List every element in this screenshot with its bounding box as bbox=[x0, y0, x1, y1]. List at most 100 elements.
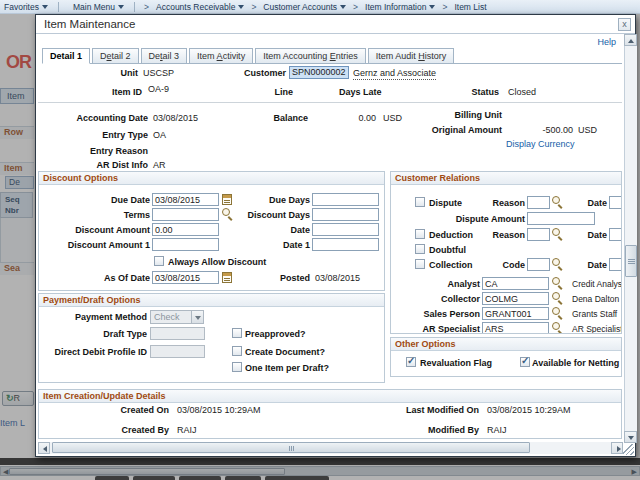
other-options-title: Other Options bbox=[391, 338, 621, 351]
calendar-icon[interactable] bbox=[222, 194, 232, 205]
last-modified-on-label: Last Modified On bbox=[379, 405, 479, 415]
dispute-checkbox[interactable] bbox=[415, 197, 425, 207]
tab-bar: Detail 1 Detail 2 Detail 3 Item Activity… bbox=[42, 48, 622, 64]
scroll-left-icon[interactable] bbox=[38, 442, 50, 454]
discount-amount1-field[interactable] bbox=[152, 238, 219, 251]
discount-days-field[interactable] bbox=[312, 208, 379, 221]
scroll-right-icon[interactable] bbox=[611, 442, 623, 454]
one-item-per-draft-checkbox[interactable] bbox=[232, 362, 242, 372]
breadcrumb-accounts-receivable[interactable]: Accounts Receivable bbox=[156, 2, 244, 12]
tab-item-activity[interactable]: Item Activity bbox=[189, 48, 253, 63]
vertical-scrollbar-thumb[interactable] bbox=[625, 245, 637, 277]
create-document-label: Create Document? bbox=[245, 347, 325, 357]
due-days-field[interactable] bbox=[312, 193, 379, 206]
tab-item-accounting-entries[interactable]: Item Accounting Entries bbox=[255, 48, 366, 63]
due-date-field[interactable]: 03/08/2015 bbox=[152, 193, 219, 206]
created-by-value: RAIJ bbox=[177, 425, 197, 435]
breadcrumb-item-information[interactable]: Item Information bbox=[365, 2, 435, 12]
revaluation-flag-label: Revaluation Flag bbox=[420, 358, 492, 368]
status-value: Closed bbox=[508, 87, 536, 97]
breadcrumb-chevron: > bbox=[353, 2, 358, 12]
doubtful-checkbox[interactable] bbox=[415, 244, 425, 254]
dispute-amount-field[interactable] bbox=[527, 212, 595, 225]
dispute-label: Dispute bbox=[429, 198, 462, 208]
lookup-icon[interactable] bbox=[222, 208, 234, 220]
entry-type-value: OA bbox=[153, 130, 166, 140]
last-modified-on-value: 03/08/2015 10:29AM bbox=[487, 405, 571, 415]
collector-description: Dena Dalton bbox=[572, 294, 619, 304]
lookup-icon[interactable] bbox=[552, 292, 564, 304]
revaluation-flag-checkbox[interactable]: ✓ bbox=[406, 357, 416, 367]
reason-field[interactable] bbox=[527, 196, 550, 209]
tab-item-audit-history[interactable]: Item Audit History bbox=[368, 48, 455, 63]
original-amount-value: -500.00 bbox=[513, 125, 573, 135]
analyst-label: Analyst bbox=[430, 279, 480, 289]
date-field[interactable] bbox=[609, 196, 622, 209]
tab-detail-1[interactable]: Detail 1 bbox=[42, 48, 90, 64]
lookup-icon[interactable] bbox=[552, 277, 564, 289]
breadcrumb-customer-accounts[interactable]: Customer Accounts bbox=[263, 2, 346, 12]
lookup-icon[interactable] bbox=[552, 322, 564, 334]
terms-label: Terms bbox=[80, 210, 150, 220]
ar-specialist-label: AR Specialist bbox=[410, 324, 480, 334]
date-field[interactable] bbox=[609, 258, 622, 271]
deduction-checkbox[interactable] bbox=[415, 229, 425, 239]
lookup-icon[interactable] bbox=[552, 196, 564, 208]
help-link[interactable]: Help bbox=[597, 37, 616, 47]
status-label: Status bbox=[439, 87, 499, 97]
preapproved-label: Preapproved? bbox=[245, 329, 306, 339]
terms-field[interactable] bbox=[152, 208, 219, 221]
customer-name-link[interactable]: Gernz and Associate bbox=[353, 68, 436, 78]
breadcrumb: Favorites Main Menu > Accounts Receivabl… bbox=[0, 0, 640, 14]
tab-detail-3[interactable]: Detail 3 bbox=[141, 48, 188, 63]
reason-field[interactable] bbox=[527, 228, 550, 241]
modified-by-value: RAIJ bbox=[487, 425, 507, 435]
breadcrumb-main-menu[interactable]: Main Menu bbox=[73, 2, 124, 12]
horizontal-scrollbar-thumb[interactable] bbox=[52, 442, 530, 453]
create-document-checkbox[interactable] bbox=[232, 346, 242, 356]
payment-method-select[interactable]: Check bbox=[150, 310, 192, 324]
available-for-netting-checkbox[interactable]: ✓ bbox=[520, 357, 530, 367]
dropdown-arrow-icon[interactable] bbox=[191, 310, 204, 324]
as-of-date-field[interactable]: 03/08/2015 bbox=[152, 271, 219, 284]
close-icon[interactable]: x bbox=[618, 18, 631, 31]
lookup-icon[interactable] bbox=[552, 258, 564, 270]
collector-label: Collector bbox=[420, 294, 480, 304]
balance-label: Balance bbox=[248, 113, 308, 123]
lookup-icon[interactable] bbox=[552, 228, 564, 240]
collector-field[interactable]: COLMG bbox=[482, 292, 549, 305]
customer-id-field[interactable]: SPN0000002 bbox=[289, 66, 349, 79]
sales-person-field[interactable]: GRANT001 bbox=[482, 307, 549, 320]
scroll-down-icon[interactable] bbox=[624, 431, 637, 443]
code-field[interactable] bbox=[527, 258, 550, 271]
discount-amount-field[interactable]: 0.00 bbox=[152, 223, 219, 236]
analyst-description: Credit Analyst bbox=[572, 279, 622, 289]
original-amount-currency: USD bbox=[578, 125, 597, 135]
dispute-amount-label: Dispute Amount bbox=[450, 214, 525, 224]
display-currency-link[interactable]: Display Currency bbox=[506, 139, 575, 149]
customer-relations-group: Customer Relations Dispute Reason Date D… bbox=[390, 171, 622, 334]
date-field[interactable] bbox=[609, 228, 622, 241]
breadcrumb-favorites[interactable]: Favorites bbox=[4, 2, 48, 12]
scroll-up-icon[interactable] bbox=[624, 34, 637, 46]
direct-debit-profile-id-label: Direct Debit Profile ID bbox=[39, 347, 147, 357]
analyst-field[interactable]: CA bbox=[482, 277, 549, 290]
date-field[interactable] bbox=[312, 223, 379, 236]
billing-unit-label: Billing Unit bbox=[402, 110, 502, 120]
separator bbox=[38, 102, 622, 103]
dialog-horizontal-scrollbar[interactable] bbox=[38, 442, 623, 454]
collection-checkbox[interactable] bbox=[415, 259, 425, 269]
tab-detail-2[interactable]: Detail 2 bbox=[92, 48, 139, 63]
accounting-date-label: Accounting Date bbox=[48, 113, 148, 123]
date1-field[interactable] bbox=[312, 238, 379, 251]
created-on-label: Created On bbox=[69, 405, 169, 415]
lookup-icon[interactable] bbox=[552, 307, 564, 319]
always-allow-discount-checkbox[interactable] bbox=[154, 256, 164, 266]
calendar-icon[interactable] bbox=[222, 272, 232, 283]
preapproved-checkbox[interactable] bbox=[232, 328, 242, 338]
ar-specialist-field[interactable]: ARS bbox=[482, 322, 549, 334]
resize-grip[interactable] bbox=[623, 444, 634, 455]
available-for-netting-label: Available for Netting bbox=[532, 358, 619, 368]
dialog-vertical-scrollbar[interactable] bbox=[624, 34, 637, 443]
breadcrumb-item-list[interactable]: Item List bbox=[454, 2, 486, 12]
